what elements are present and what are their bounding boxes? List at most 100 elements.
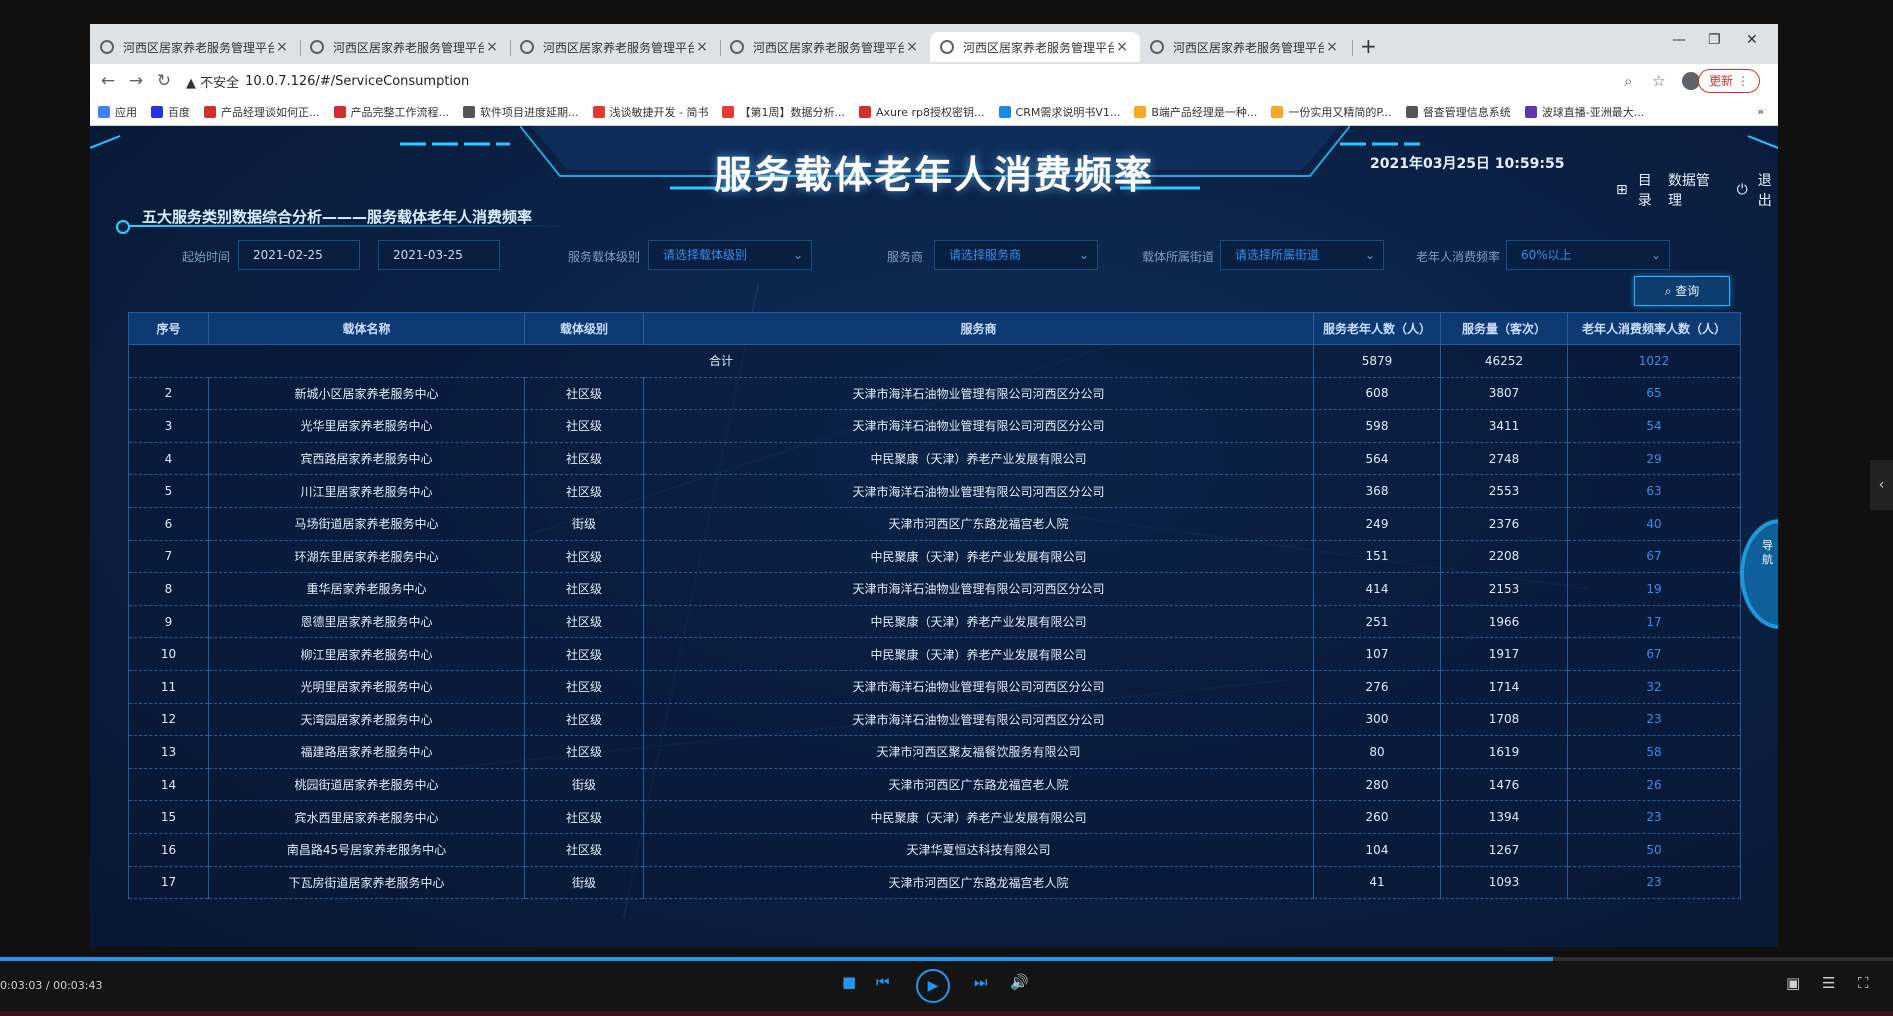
provider: 天津市海洋石油物业管理有限公司河西区分公司 [643,572,1314,606]
reload-icon[interactable]: ↻ [150,71,178,91]
insecure-warning[interactable]: ▲ 不安全 [186,72,239,91]
bookmark-item[interactable]: 波球直播-亚洲最大... [1524,104,1644,120]
bookmark-item[interactable]: 百度 [151,104,190,120]
zoom-icon[interactable]: ⌕ [1624,72,1632,90]
collapse-panel-icon[interactable]: ‹ [1870,460,1893,510]
bookmark-favicon-icon [98,105,110,118]
catalog-label: 目录 [1637,173,1652,209]
browser-tab-active[interactable]: 河西区居家养老服务管理平台 × [930,32,1140,62]
provider: 天津市海洋石油物业管理有限公司河西区分公司 [643,474,1314,508]
restore-icon[interactable]: ❐ [1708,32,1721,48]
tab-close-icon[interactable]: × [1324,39,1340,55]
carrier-level: 社区级 [524,605,644,639]
column-header-provider: 服务商 [643,312,1314,345]
volume-icon[interactable]: 🔊 [1010,973,1029,991]
frequency-count: 32 [1567,670,1741,704]
browser-tab[interactable]: 河西区居家养老服务管理平台 × [720,32,930,62]
logout-link[interactable]: ⏻ 退出 [1727,170,1778,210]
bookmark-item[interactable]: Axure rp8授权密钥... [858,104,985,120]
bookmark-label: 【第1周】数据分析... [739,105,845,119]
row-index: 15 [128,800,209,834]
star-icon[interactable]: ☆ [1652,72,1665,90]
elders-count: 251 [1313,605,1441,639]
elders-count: 260 [1313,800,1441,834]
table-row: 17 下瓦房街道居家养老服务中心 街级 天津市河西区广东路龙福宫老人院 41 1093 23 [128,866,1741,900]
bookmark-label: 百度 [168,105,190,119]
table-header-row: 序号 载体名称 载体级别 服务商 服务老年人数（人） 服务量（客次） 老年人消费… [128,312,1741,345]
bookmark-item[interactable]: CRM需求说明书V1... [998,104,1121,120]
frequency-count: 23 [1567,800,1741,834]
provider-select[interactable]: 请选择服务商 ⌄ [934,240,1098,270]
bookmarks-bar: 应用 百度 产品经理谈如何正... 产品完整工作流程... 软件项目进度延期... 浅谈敏… [90,98,1778,126]
table-row: 11 光明里居家养老服务中心 社区级 天津市海洋石油物业管理有限公司河西区分公司 276… [128,670,1741,704]
globe-icon [100,40,114,54]
chevron-down-icon: ⌄ [1650,248,1661,262]
bookmark-item[interactable]: 【第1周】数据分析... [722,104,845,120]
browser-tab[interactable]: 河西区居家养老服务管理平台 × [510,32,720,62]
row-index: 7 [128,540,209,574]
carrier-name: 马场街道居家养老服务中心 [208,507,525,541]
bookmark-item[interactable]: 应用 [98,104,137,120]
end-date-input[interactable]: 2021-03-25 [378,240,500,270]
browser-tab[interactable]: 河西区居家养老服务管理平台 × [90,32,300,62]
globe-icon [940,40,954,54]
tab-close-icon[interactable]: × [904,39,920,55]
carrier-level: 社区级 [524,833,644,867]
bookmark-item[interactable]: 督查管理信息系统 [1405,104,1511,120]
screenshot-icon[interactable]: ▣ [1786,974,1800,992]
bookmark-item[interactable]: 产品经理谈如何正... [204,104,320,120]
carrier-name: 川江里居家养老服务中心 [208,474,525,508]
carrier-level: 社区级 [524,735,644,769]
play-button[interactable]: ▶ [916,969,950,1003]
next-icon[interactable]: ⏭ [974,973,988,991]
bookmark-item[interactable]: B端产品经理是一种... [1134,104,1257,120]
catalog-link[interactable]: ⊞ 目录 [1606,170,1658,210]
frequency-select[interactable]: 60%以上 ⌄ [1506,240,1670,270]
browser-tab[interactable]: 河西区居家养老服务管理平台 × [1140,32,1350,62]
street-label: 载体所属街道 [1142,250,1215,264]
frequency-count: 63 [1567,474,1741,508]
more-bookmarks-icon[interactable]: » [1757,105,1764,118]
side-navigation-button[interactable] [1740,519,1778,629]
new-tab-button[interactable]: + [1360,34,1377,58]
bookmark-label: CRM需求说明书V1... [1015,105,1121,119]
carrier-level: 社区级 [524,572,644,606]
fullscreen-icon[interactable]: ⛶ [1858,974,1869,992]
settings-icon[interactable]: ☰ [1822,974,1835,992]
close-window-icon[interactable]: ✕ [1746,32,1758,48]
tab-close-icon[interactable]: × [274,39,290,55]
bookmark-item[interactable]: 一份实用又精简的P... [1271,104,1392,120]
video-player-controls: 0:03:03 / 00:03:43 ■ ⏮ ▶ ⏭ 🔊 ▣ ☰ ⛶ [0,961,1893,1016]
bookmark-favicon-icon [1405,105,1418,118]
update-button[interactable]: 更新 ⋮ [1698,69,1760,93]
bookmark-item[interactable]: 产品完整工作流程... [333,104,449,120]
bookmark-item[interactable]: 软件项目进度延期... [463,104,579,120]
query-button[interactable]: ⌕ 查询 [1634,276,1730,306]
tab-close-icon[interactable]: × [484,39,500,55]
table-row: 5 川江里居家养老服务中心 社区级 天津市海洋石油物业管理有限公司河西区分公司 368 2… [128,474,1741,508]
bookmark-label: B端产品经理是一种... [1151,105,1258,119]
grid-icon: ⊞ [1616,182,1628,198]
bookmark-item[interactable]: 浅谈敏捷开发 - 简书 [592,104,708,120]
tab-close-icon[interactable]: × [1114,39,1130,55]
street-select[interactable]: 请选择所属街道 ⌄ [1220,240,1384,270]
stop-icon[interactable]: ■ [842,973,856,991]
service-volume: 3807 [1440,377,1568,411]
carrier-level-select[interactable]: 请选择载体级别 ⌄ [648,240,812,270]
minimize-icon[interactable]: — [1672,32,1686,48]
browser-tab[interactable]: 河西区居家养老服务管理平台 × [300,32,510,62]
provider: 天津市海洋石油物业管理有限公司河西区分公司 [643,670,1314,704]
data-management-link[interactable]: 数据管理 [1668,170,1717,210]
row-index: 9 [128,605,209,639]
url-input[interactable]: 10.0.7.126/#/ServiceConsumption [245,74,469,89]
previous-icon[interactable]: ⏮ [876,973,890,991]
forward-icon[interactable]: → [122,71,150,91]
start-date-input[interactable]: 2021-02-25 [238,240,360,270]
provider: 中民聚康（天津）养老产业发展有限公司 [643,605,1314,639]
bookmark-favicon-icon [998,105,1011,118]
elders-count: 414 [1313,572,1441,606]
carrier-level: 社区级 [524,409,644,443]
back-icon[interactable]: ← [94,71,122,91]
globe-icon [310,40,324,54]
tab-close-icon[interactable]: × [694,39,710,55]
